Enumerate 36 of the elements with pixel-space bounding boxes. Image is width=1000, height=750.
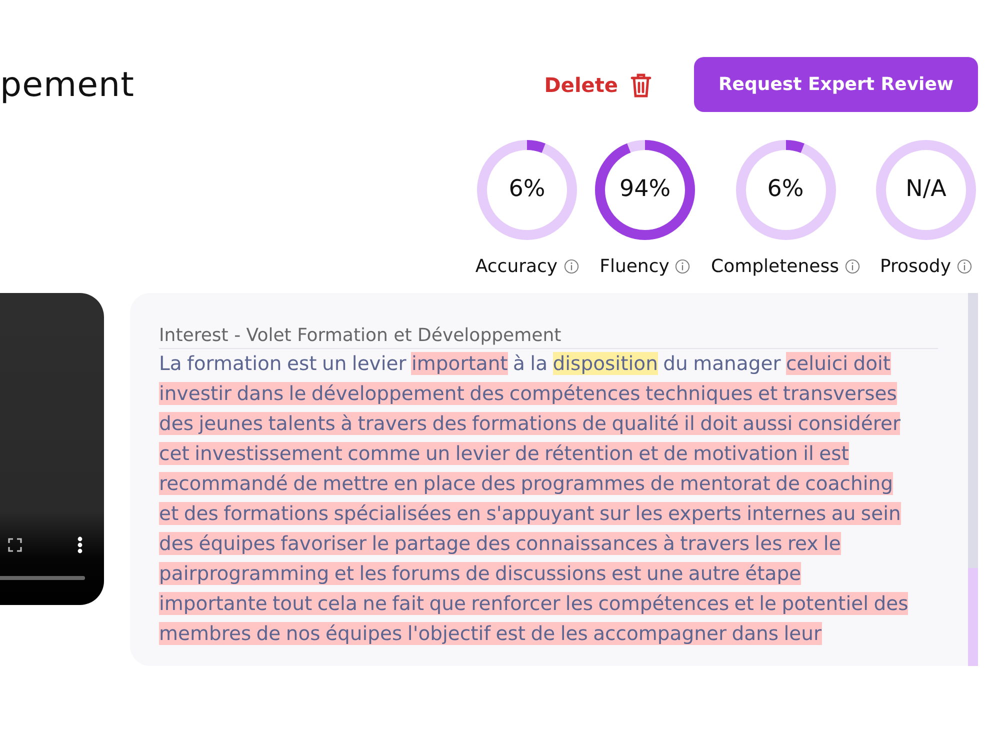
- info-icon[interactable]: [957, 259, 972, 274]
- transcript-title: Interest - Volet Formation et Développement: [159, 325, 938, 349]
- more-icon[interactable]: [77, 536, 83, 554]
- transcript-text: à la: [512, 352, 549, 375]
- score-label: Accuracy: [475, 256, 558, 277]
- error-highlight: celuici doit: [786, 352, 891, 375]
- info-icon[interactable]: [564, 259, 579, 274]
- page-title: pement: [0, 64, 134, 104]
- transcript-text: La formation est un levier: [159, 352, 408, 375]
- video-player[interactable]: [0, 293, 104, 605]
- error-highlight: recommandé de mettre en place des programmes de mentorat de coaching: [159, 472, 894, 495]
- score-value: 6%: [766, 176, 805, 202]
- error-highlight: investir dans le développement des compétences techniques et transverses: [159, 382, 897, 405]
- error-highlight: et des formations spécialisées en s'appuyant sur les experts internes au sein: [159, 502, 901, 525]
- error-highlight: des équipes favoriser le partage des connaissances à travers les rex le: [159, 532, 841, 555]
- score-label: Completeness: [711, 256, 839, 277]
- info-icon[interactable]: [845, 259, 860, 274]
- error-highlight: important: [411, 352, 508, 375]
- fullscreen-icon[interactable]: [7, 537, 23, 553]
- score-value: 94%: [618, 176, 672, 202]
- error-highlight: cet investissement comme un levier de rétention et de motivation il est: [159, 442, 849, 465]
- error-highlight: membres de nos équipes l'objectif est de les accompagner dans leur: [159, 622, 822, 645]
- trash-icon: [630, 72, 652, 98]
- score-value: N/A: [904, 176, 948, 202]
- score-label: Prosody: [880, 256, 952, 277]
- error-highlight: des jeunes talents à travers des formations de qualité il doit aussi considérer: [159, 412, 900, 435]
- score-value: 6%: [508, 176, 546, 202]
- error-highlight: importante tout cela ne fait que renforcer les compétences et le potentiel des: [159, 592, 908, 615]
- score-label: Fluency: [600, 256, 670, 277]
- request-review-button[interactable]: Request Expert Review: [694, 57, 978, 112]
- warning-highlight: disposition: [552, 352, 658, 375]
- error-highlight: pairprogramming et les forums de discussions est une autre étape: [159, 562, 802, 585]
- info-icon[interactable]: [675, 259, 690, 274]
- scrollbar[interactable]: [968, 293, 978, 666]
- delete-button[interactable]: Delete: [544, 72, 652, 98]
- transcript-text: du manager: [662, 352, 782, 375]
